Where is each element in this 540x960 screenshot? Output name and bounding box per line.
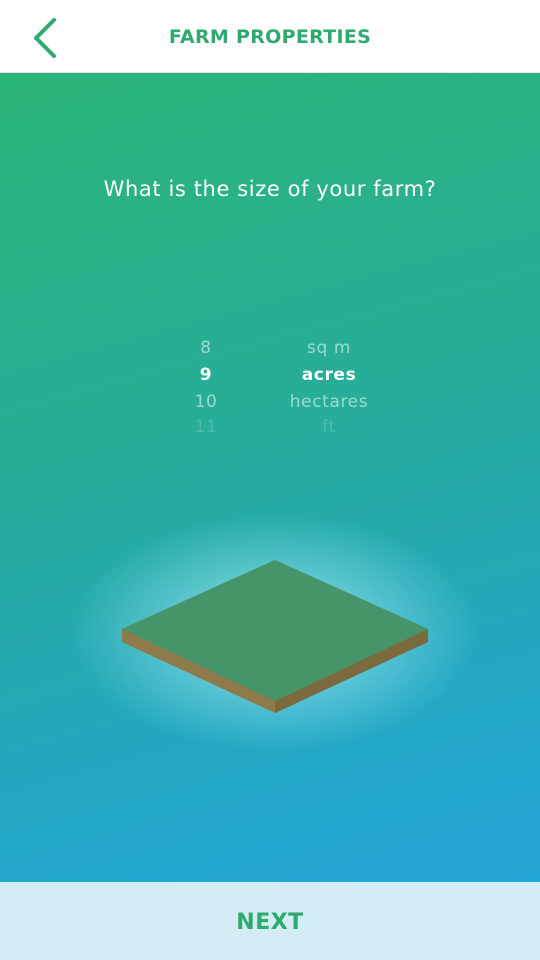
unit-option-ft[interactable]: ft — [269, 416, 389, 443]
size-number-picker[interactable]: 8 9 10 11 — [146, 335, 266, 445]
unit-option-acres-selected[interactable]: acres — [269, 362, 389, 389]
farm-land-tile-icon — [122, 560, 428, 713]
unit-option-hectares[interactable]: hectares — [269, 389, 389, 416]
main-content: What is the size of your farm? 8 9 10 11… — [0, 73, 540, 882]
picker-option-9-selected[interactable]: 9 — [146, 362, 266, 389]
unit-option-sq-m[interactable]: sq m — [269, 335, 389, 362]
page-title: FARM PROPERTIES — [168, 26, 372, 48]
picker-option-10[interactable]: 10 — [146, 389, 266, 416]
next-button-label: NEXT — [236, 910, 304, 935]
next-button[interactable]: NEXT — [0, 882, 540, 960]
unit-picker[interactable]: sq m acres hectares ft — [269, 335, 389, 445]
picker-option-8[interactable]: 8 — [146, 335, 266, 362]
picker-option-11[interactable]: 11 — [146, 416, 266, 443]
app-header: FARM PROPERTIES — [0, 0, 540, 73]
question-text: What is the size of your farm? — [103, 177, 437, 201]
